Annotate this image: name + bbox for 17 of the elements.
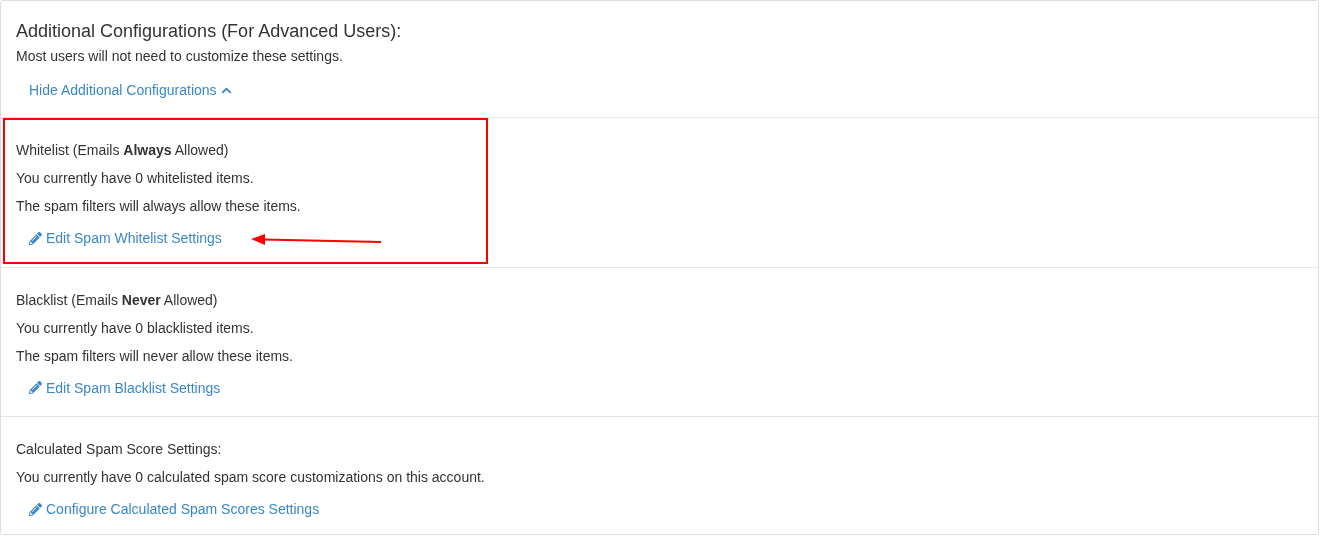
- toggle-link[interactable]: Hide Additional Configurations: [29, 80, 232, 100]
- section-title: Calculated Spam Score Settings:: [16, 440, 223, 459]
- section-text: The spam filters will always allow these items.: [16, 197, 302, 216]
- section-text: The spam filters will never allow these items.: [16, 346, 294, 366]
- section-text: You currently have 0 calculated spam score customizations on this account.: [16, 468, 486, 487]
- section-text: You currently have 0 whitelisted items.: [16, 169, 255, 188]
- panel-title: Additional Configurations (For Advanced Users):: [16, 20, 403, 43]
- section-title: Blacklist (Emails Never Allowed): [16, 290, 219, 310]
- edit-link[interactable]: Edit Spam Blacklist Settings: [29, 377, 221, 398]
- section-title: Whitelist (Emails Always Allowed): [16, 141, 230, 160]
- edit-link[interactable]: Edit Spam Whitelist Settings: [29, 228, 222, 248]
- edit-link[interactable]: Configure Calculated Spam Scores Settings: [29, 499, 320, 519]
- pencil-icon: [29, 381, 42, 394]
- section-text: You currently have 0 blacklisted items.: [16, 318, 255, 338]
- pencil-icon: [29, 231, 42, 245]
- pencil-icon: [29, 502, 42, 516]
- panel-subtitle: Most users will not need to customize these settings.: [16, 47, 344, 66]
